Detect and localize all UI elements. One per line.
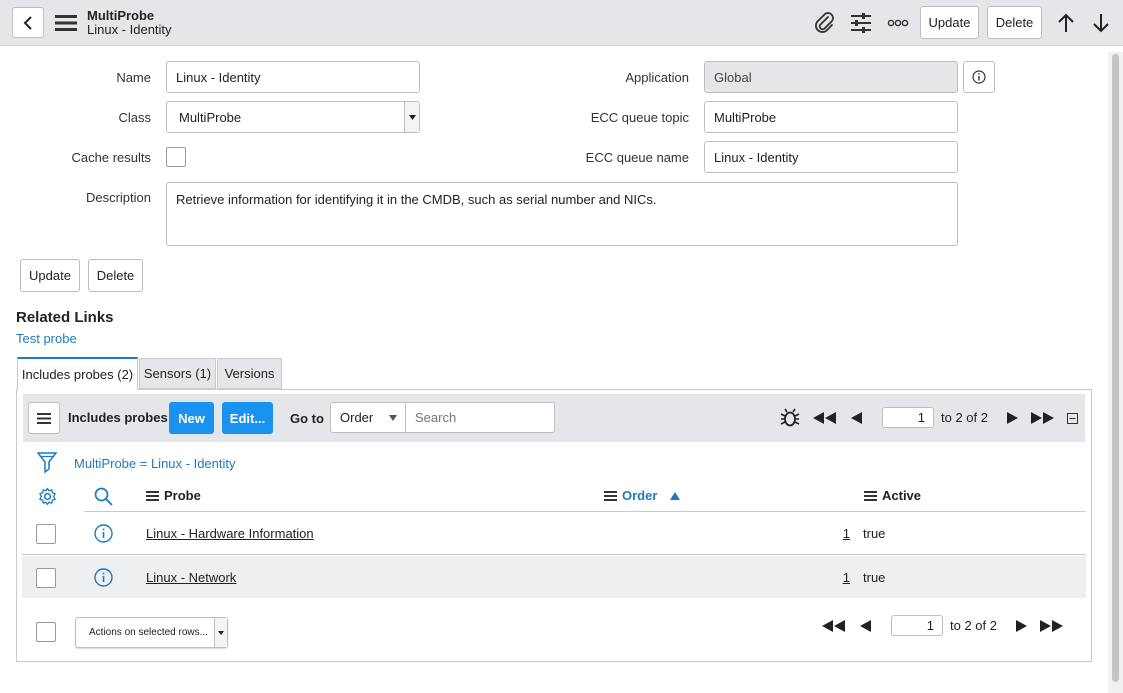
class-select-arrow[interactable] [404,102,419,132]
bug-icon[interactable] [778,406,802,430]
header-update-button[interactable]: Update [920,6,979,39]
header-title: MultiProbe [87,8,155,23]
next-page-icon[interactable] [1004,409,1020,427]
description-label: Description [85,190,151,205]
next-page-icon[interactable] [1013,617,1029,635]
column-menu-icon [604,490,617,501]
order-value[interactable]: 1 [834,570,850,585]
list-menu-button[interactable] [28,402,60,434]
menu-icon [37,412,51,424]
personalize-list-gear-icon[interactable] [36,485,58,507]
test-probe-link[interactable]: Test probe [16,331,77,346]
description-textarea[interactable]: Retrieve information for identifying it … [166,182,958,246]
previous-page-icon[interactable] [857,617,873,635]
ecc-queue-name-field[interactable]: Linux - Identity [704,141,958,173]
previous-page-icon[interactable] [848,409,864,427]
ecc-queue-topic-label: ECC queue topic [590,110,689,125]
header-delete-button[interactable]: Delete [987,6,1042,39]
tab-sensors[interactable]: Sensors (1) [139,358,216,389]
application-field: Global [704,61,958,93]
info-icon [972,70,986,84]
order-value[interactable]: 1 [834,526,850,541]
list-search-input[interactable] [405,402,555,433]
header-subtitle: Linux - Identity [87,22,172,37]
column-header-order-label: Order [622,488,658,503]
menu-icon[interactable] [54,13,78,33]
last-page-icon[interactable] [1029,409,1057,427]
application-info-button[interactable] [963,61,995,93]
page-total-text: to 2 of 2 [941,410,988,425]
related-links-title: Related Links [16,309,114,326]
sliders-icon[interactable] [848,11,874,35]
edit-button[interactable]: Edit... [222,402,273,434]
name-field[interactable]: Linux - Identity [166,61,420,93]
previous-record-icon[interactable] [1054,11,1078,35]
column-menu-icon [864,490,877,501]
class-select-value: MultiProbe [179,109,242,125]
goto-field-value: Order [340,410,374,425]
goto-label: Go to [290,411,324,426]
list-title: Includes probes [68,410,168,425]
row-info-icon[interactable] [94,568,114,588]
caret-down-icon [389,415,397,421]
more-options-icon[interactable] [886,14,910,32]
active-value: true [863,526,886,541]
goto-field-select[interactable]: Order [330,402,406,433]
form-delete-button[interactable]: Delete [88,259,143,292]
cache-results-checkbox[interactable] [166,147,186,167]
first-page-icon[interactable] [820,617,848,635]
bottom-page-total-text: to 2 of 2 [950,618,997,633]
back-button[interactable] [12,7,44,38]
caret-down-icon [408,114,416,120]
class-select[interactable]: MultiProbe [166,101,420,133]
bottom-page-number-input[interactable]: 1 [891,615,943,636]
filter-icon[interactable] [36,451,58,475]
last-page-icon[interactable] [1038,617,1066,635]
ecc-queue-name-label: ECC queue name [585,150,689,165]
next-record-icon[interactable] [1089,11,1113,35]
page-number-input[interactable]: 1 [882,407,934,428]
actions-select-value: Actions on selected rows... [89,627,208,638]
chevron-left-icon [23,15,32,30]
bottom-page-number-value: 1 [926,618,934,633]
row-checkbox[interactable] [36,524,56,544]
paperclip-icon[interactable] [812,11,838,35]
tab-versions[interactable]: Versions [217,358,282,389]
column-header-active-label: Active [882,488,922,503]
sort-ascending-icon [670,491,681,500]
column-header-order[interactable]: Order [604,488,681,503]
probe-link[interactable]: Linux - Hardware Information [146,526,314,541]
page-number-value: 1 [917,410,925,425]
application-label: Application [625,70,689,85]
probe-link[interactable]: Linux - Network [146,570,236,585]
class-label: Class [118,110,151,125]
collapse-icon[interactable] [1066,412,1078,424]
column-menu-icon [146,490,159,501]
active-value: true [863,570,886,585]
tab-includes-probes[interactable]: Includes probes (2) [17,357,138,390]
table-row: Linux - Network 1 true [22,556,1086,598]
actions-select-arrow [214,618,227,647]
row-info-icon[interactable] [94,524,114,544]
table-row: Linux - Hardware Information 1 true [22,512,1086,555]
scrollbar-thumb[interactable] [1112,54,1119,682]
name-label: Name [116,70,151,85]
column-header-probe-label: Probe [164,488,201,503]
row-checkbox[interactable] [36,568,56,588]
search-icon[interactable] [92,485,114,507]
column-header-probe[interactable]: Probe [146,488,201,503]
new-button[interactable]: New [169,402,214,434]
select-all-checkbox[interactable] [36,622,56,642]
cache-results-label: Cache results [71,150,151,165]
form-update-button[interactable]: Update [20,259,80,292]
filter-breadcrumb[interactable]: MultiProbe = Linux - Identity [74,456,236,471]
column-header-active[interactable]: Active [864,488,921,503]
ecc-queue-topic-field[interactable]: MultiProbe [704,101,958,133]
caret-down-icon [218,630,224,635]
actions-select[interactable]: Actions on selected rows... [75,617,228,648]
first-page-icon[interactable] [812,409,838,427]
